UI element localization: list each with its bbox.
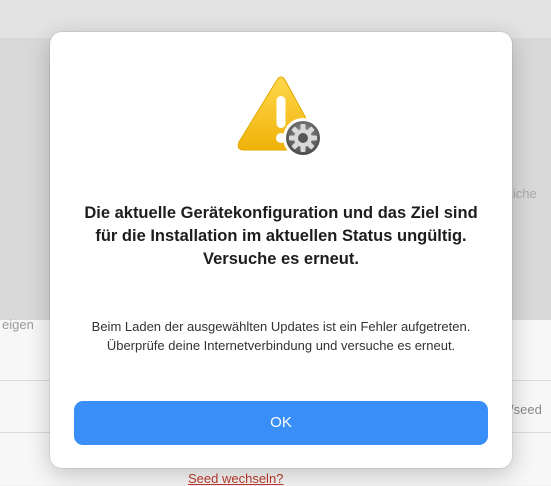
seed-change-link[interactable]: Seed wechseln?: [188, 471, 283, 486]
ok-button[interactable]: OK: [74, 401, 488, 445]
alert-dialog: Die aktuelle Gerätekonfiguration und das…: [50, 32, 512, 468]
background-label-left: eigen: [2, 317, 34, 332]
warning-with-gear-icon: [237, 76, 323, 158]
dialog-message: Beim Laden der ausgewählten Updates ist …: [91, 319, 471, 353]
background-label-right: liche: [510, 186, 537, 201]
dialog-title: Die aktuelle Gerätekonfiguration und das…: [84, 204, 478, 268]
background-url-text: /seed: [510, 402, 542, 417]
